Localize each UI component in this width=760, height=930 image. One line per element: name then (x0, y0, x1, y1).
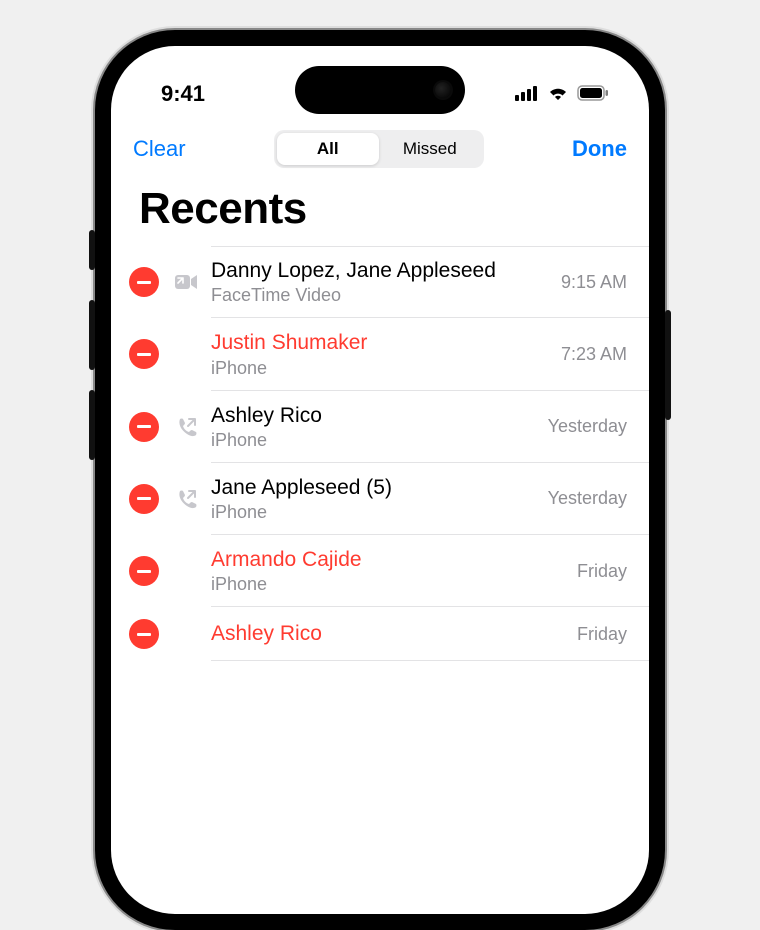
call-subtitle: FaceTime Video (211, 285, 551, 306)
call-time: 9:15 AM (561, 272, 627, 293)
caller-name: Justin Shumaker (211, 330, 551, 356)
dynamic-island (295, 66, 465, 114)
call-info: Danny Lopez, Jane AppleseedFaceTime Vide… (211, 258, 551, 306)
delete-icon[interactable] (129, 484, 159, 514)
battery-icon (577, 81, 609, 107)
nav-bar: Clear All Missed Done (111, 118, 649, 178)
call-info: Ashley Rico (211, 621, 567, 647)
delete-icon[interactable] (129, 619, 159, 649)
call-subtitle: iPhone (211, 430, 538, 451)
call-info: Armando CajideiPhone (211, 547, 567, 595)
call-time: Yesterday (548, 488, 627, 509)
call-time: Friday (577, 624, 627, 645)
call-row[interactable]: Armando CajideiPhone Friday (111, 535, 649, 607)
call-info: Jane Appleseed (5)iPhone (211, 475, 538, 523)
call-type-icon (169, 619, 203, 649)
call-row[interactable]: Ashley Rico Friday (111, 607, 649, 661)
delete-icon[interactable] (129, 556, 159, 586)
call-time: Friday (577, 561, 627, 582)
call-type-icon (169, 556, 203, 586)
call-subtitle: iPhone (211, 358, 551, 379)
call-type-icon (169, 267, 203, 297)
call-subtitle: iPhone (211, 502, 538, 523)
segment-missed[interactable]: Missed (379, 133, 481, 165)
recents-list: Danny Lopez, Jane AppleseedFaceTime Vide… (111, 246, 649, 661)
clear-button[interactable]: Clear (133, 136, 186, 162)
caller-name: Armando Cajide (211, 547, 567, 573)
delete-icon[interactable] (129, 339, 159, 369)
cellular-icon (515, 81, 539, 107)
wifi-icon (547, 81, 569, 107)
caller-name: Danny Lopez, Jane Appleseed (211, 258, 551, 284)
call-row[interactable]: Ashley RicoiPhone Yesterday (111, 391, 649, 463)
call-time: Yesterday (548, 416, 627, 437)
delete-icon[interactable] (129, 267, 159, 297)
caller-name: Jane Appleseed (5) (211, 475, 538, 501)
filter-segmented-control[interactable]: All Missed (274, 130, 484, 168)
call-row[interactable]: Jane Appleseed (5)iPhone Yesterday (111, 463, 649, 535)
status-time: 9:41 (161, 81, 205, 107)
call-type-icon (169, 484, 203, 514)
call-subtitle: iPhone (211, 574, 567, 595)
phone-frame: 9:41 Clear All Missed Done Recents (95, 30, 665, 930)
call-row[interactable]: Danny Lopez, Jane AppleseedFaceTime Vide… (111, 246, 649, 318)
page-title: Recents (111, 178, 649, 246)
call-type-icon (169, 339, 203, 369)
segment-all[interactable]: All (277, 133, 379, 165)
call-time: 7:23 AM (561, 344, 627, 365)
call-info: Ashley RicoiPhone (211, 403, 538, 451)
call-type-icon (169, 412, 203, 442)
done-button[interactable]: Done (572, 136, 627, 162)
caller-name: Ashley Rico (211, 403, 538, 429)
screen: 9:41 Clear All Missed Done Recents (111, 46, 649, 914)
caller-name: Ashley Rico (211, 621, 567, 647)
call-row[interactable]: Justin ShumakeriPhone 7:23 AM (111, 318, 649, 390)
call-info: Justin ShumakeriPhone (211, 330, 551, 378)
delete-icon[interactable] (129, 412, 159, 442)
